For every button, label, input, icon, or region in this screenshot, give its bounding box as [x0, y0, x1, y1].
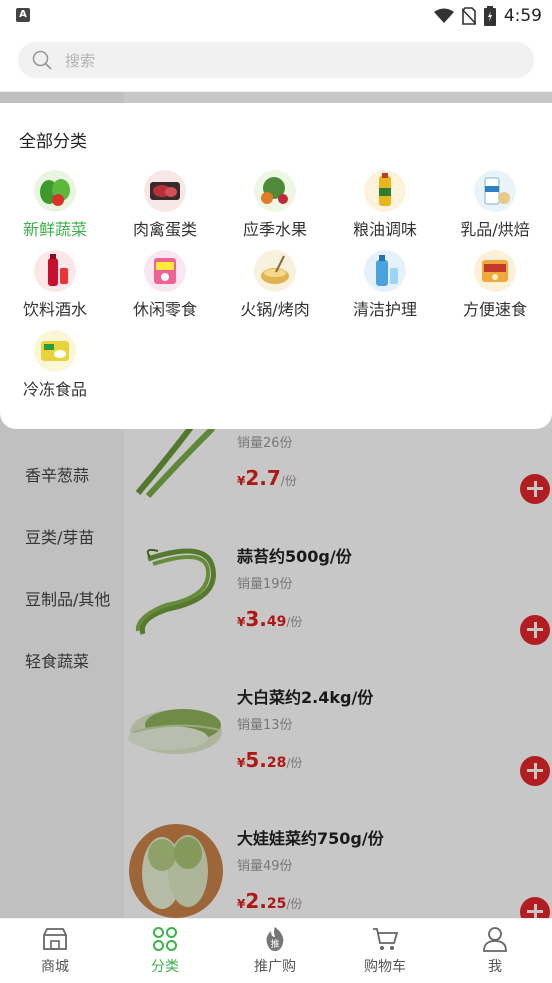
search-header: 搜索: [0, 32, 552, 92]
search-placeholder: 搜索: [65, 52, 96, 70]
dairy-icon: [474, 170, 516, 212]
status-bar: A 4:59: [0, 0, 552, 32]
hotpot-icon: [254, 250, 296, 292]
store-icon: [43, 928, 67, 950]
category-item-dairy-baking[interactable]: 乳品/烘焙: [440, 170, 550, 248]
vegetables-icon: [34, 170, 76, 212]
tab-cart[interactable]: 购物车: [330, 919, 440, 983]
category-item-hotpot-bbq[interactable]: 火锅/烤肉: [220, 250, 330, 328]
bottom-tab-bar: 商城 分类 推 推广购 购物车 我: [0, 918, 552, 983]
svg-text:推: 推: [270, 938, 279, 950]
tab-me[interactable]: 我: [440, 919, 550, 983]
user-icon: [483, 927, 507, 952]
app-notification-icon: A: [16, 8, 30, 22]
no-sim-icon: [461, 7, 476, 25]
cleaning-icon: [364, 250, 406, 292]
drinks-icon: [34, 250, 76, 292]
wifi-icon: [433, 8, 454, 23]
category-item-drinks[interactable]: 饮料酒水: [0, 250, 110, 328]
search-icon: [32, 50, 52, 70]
tab-promo[interactable]: 推 推广购: [220, 919, 330, 983]
snacks-icon: [144, 250, 186, 292]
category-item-fruit[interactable]: 应季水果: [220, 170, 330, 248]
promo-icon: 推: [266, 927, 284, 951]
panel-title: 全部分类: [19, 132, 87, 152]
all-categories-panel: 全部分类 新鲜蔬菜 肉禽蛋类 应季水果 粮油调味 乳品/烘焙 饮料酒水 休闲零食…: [0, 103, 552, 429]
cart-icon: [373, 928, 399, 950]
category-item-meat[interactable]: 肉禽蛋类: [110, 170, 220, 248]
battery-icon: [483, 6, 496, 26]
meat-icon: [144, 170, 186, 212]
category-item-instant-food[interactable]: 方便速食: [440, 250, 550, 328]
tab-category[interactable]: 分类: [110, 919, 220, 983]
tab-store[interactable]: 商城: [0, 919, 110, 983]
instant-food-icon: [474, 250, 516, 292]
category-item-vegetables[interactable]: 新鲜蔬菜: [0, 170, 110, 248]
fruit-icon: [254, 170, 296, 212]
category-item-grain-oil[interactable]: 粮油调味: [330, 170, 440, 248]
category-item-snacks[interactable]: 休闲零食: [110, 250, 220, 328]
grain-oil-icon: [364, 170, 406, 212]
search-input[interactable]: 搜索: [18, 42, 534, 78]
category-item-cleaning[interactable]: 清洁护理: [330, 250, 440, 328]
frozen-food-icon: [34, 330, 76, 372]
grid-icon: [153, 927, 177, 951]
status-icons: 4:59: [433, 4, 542, 28]
status-time: 4:59: [503, 6, 542, 26]
category-item-frozen[interactable]: 冷冻食品: [0, 330, 110, 408]
